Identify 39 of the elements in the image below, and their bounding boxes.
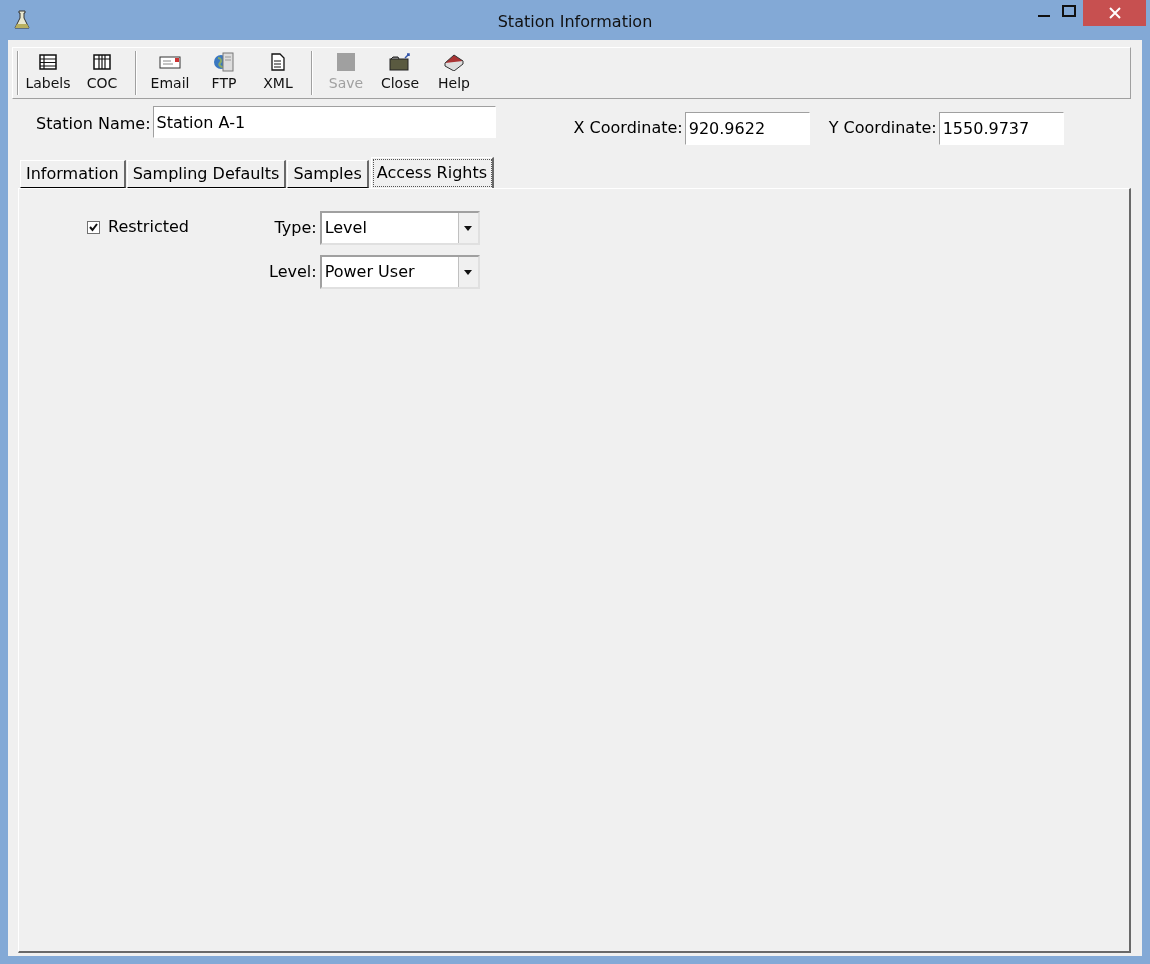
- combo-box[interactable]: Power User: [319, 255, 480, 289]
- x-coordinate-field[interactable]: 920.9622: [684, 111, 810, 145]
- y-coordinate-field[interactable]: 1550.9737: [938, 111, 1064, 145]
- labels-button[interactable]: Labels: [21, 50, 75, 96]
- field-label: Type:: [273, 217, 317, 239]
- help-button[interactable]: Help: [427, 50, 481, 96]
- tab[interactable]: Sampling Defaults: [126, 160, 287, 188]
- square-icon: [337, 53, 355, 71]
- dropdown-arrow-icon: [464, 225, 473, 231]
- restricted-checkbox[interactable]: [87, 220, 100, 234]
- coc-button[interactable]: COC: [75, 50, 129, 96]
- window-title: Station Information: [496, 11, 654, 33]
- field-label: X Coordinate:: [573, 117, 683, 139]
- envelope-icon: [159, 55, 181, 69]
- maximize-icon: [1062, 5, 1076, 17]
- flask-icon: [14, 10, 30, 30]
- tab[interactable]: Access Rights: [370, 157, 495, 189]
- field-label: Y Coordinate:: [828, 117, 937, 139]
- tab[interactable]: Information: [20, 160, 126, 188]
- book-icon: [443, 53, 465, 71]
- document-icon: [271, 53, 285, 71]
- email-button[interactable]: Email: [143, 50, 197, 96]
- folder-icon: [389, 53, 411, 71]
- close-icon: [1108, 7, 1121, 19]
- checkbox-label: Restricted: [108, 216, 189, 238]
- dropdown-arrow-icon: [464, 269, 473, 275]
- ftp-button[interactable]: FTP: [197, 50, 251, 96]
- close-button[interactable]: Close: [373, 50, 427, 96]
- station-name-field[interactable]: Station A-1: [152, 106, 496, 138]
- xml-button[interactable]: XML: [251, 50, 305, 96]
- table-icon: [93, 54, 111, 70]
- table-icon: [39, 54, 57, 70]
- field-label: Level:: [269, 261, 317, 283]
- server-globe-icon: [213, 51, 235, 73]
- field-label: Station Name:: [36, 113, 151, 135]
- close-window-button[interactable]: [1083, 0, 1146, 26]
- minimize-icon: [1038, 15, 1050, 17]
- combo-box[interactable]: Level: [319, 211, 480, 245]
- tab[interactable]: Samples: [287, 160, 369, 188]
